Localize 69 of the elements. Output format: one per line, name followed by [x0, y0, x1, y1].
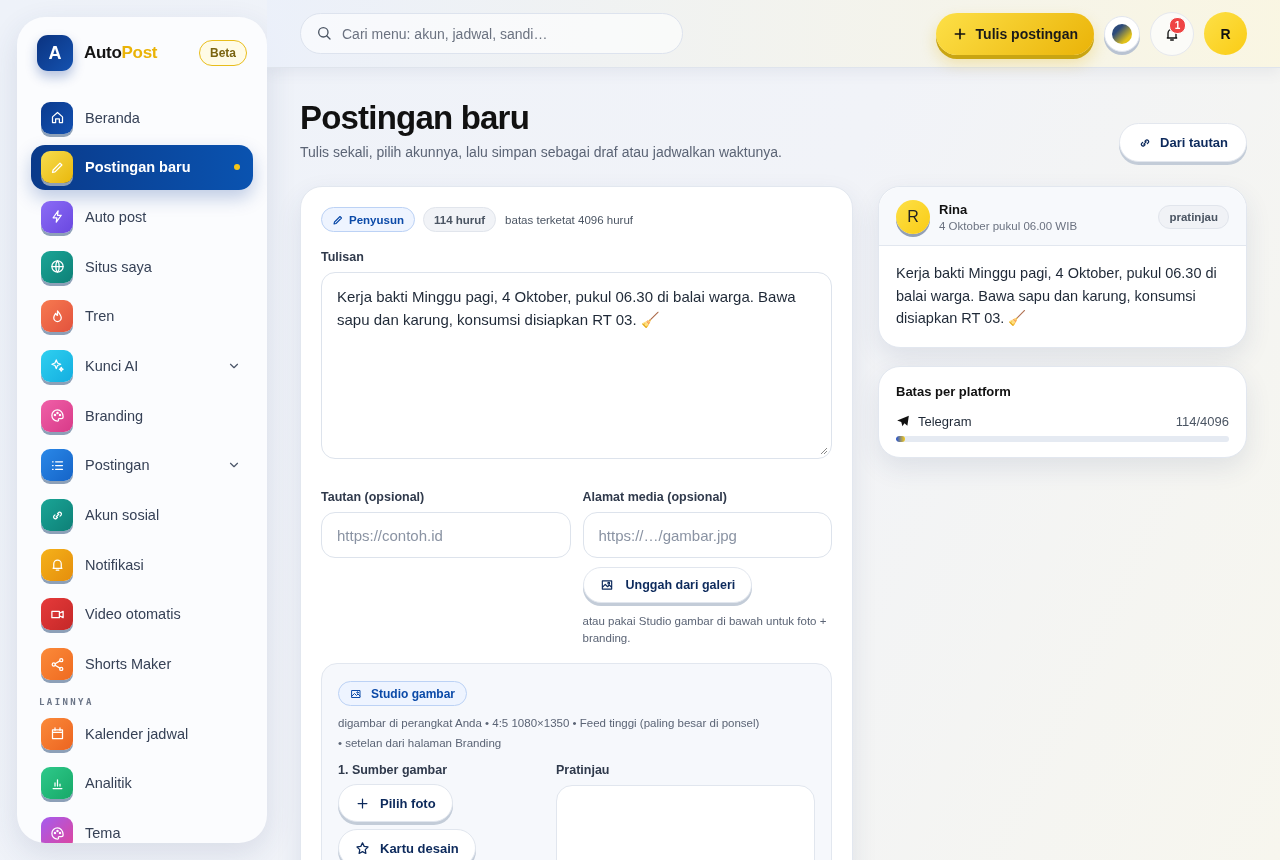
sidebar-item[interactable]: Postingan — [31, 442, 253, 488]
notification-button[interactable]: 1 — [1150, 11, 1194, 56]
sidebar-item[interactable]: Postingan baru — [31, 144, 253, 190]
theme-toggle[interactable] — [1104, 15, 1140, 52]
page-title: Postingan baru — [300, 98, 530, 138]
notification-count: 1 — [1169, 16, 1186, 34]
sidebar-item[interactable]: Notifikasi — [31, 542, 253, 588]
sparkle-icon — [49, 358, 65, 374]
beta-badge: Beta — [199, 40, 247, 66]
media-url-field[interactable]: https://…/gambar.jpg — [582, 512, 832, 558]
field-label: Tautan (opsional) — [321, 490, 426, 504]
sidebar-item[interactable]: Auto post — [31, 194, 253, 240]
sidebar-item[interactable]: Beranda — [31, 95, 253, 140]
search-field[interactable]: Cari menu: akun, jadwal, sandi… — [300, 13, 683, 54]
section-heading: LAINNYA — [38, 696, 95, 710]
limit-note: batas terketat 4096 huruf — [505, 213, 633, 226]
search-icon — [316, 25, 332, 41]
sidebar-item[interactable]: Video otomatis — [31, 591, 253, 637]
composer-chip: Penyusun — [321, 207, 415, 232]
sidebar-item[interactable]: Kunci AI — [31, 343, 253, 389]
source-button[interactable]: Pilih foto — [338, 784, 453, 822]
page-subtitle: Tulis sekali, pilih akunnya, lalu simpan sebagai draf atau jadwalkan waktunya. — [300, 144, 782, 160]
sidebar-item[interactable]: Branding — [31, 393, 253, 439]
paper-plane-icon — [896, 414, 910, 428]
from-link-button[interactable]: Dari tautan — [1119, 123, 1247, 162]
share-icon — [49, 656, 65, 672]
field-label: Tulisan — [321, 250, 365, 264]
sidebar-item[interactable]: Situs saya — [31, 244, 253, 290]
half-circle-icon — [1111, 22, 1133, 45]
platform-name: Telegram — [918, 413, 972, 429]
source-button[interactable]: Kartu desain — [338, 829, 476, 860]
user-avatar[interactable]: R — [1204, 12, 1247, 55]
card-title: Batas per platform — [896, 383, 1012, 399]
logo: A — [37, 35, 73, 71]
sidebar-item[interactable]: Kalender jadwal — [31, 711, 253, 757]
house-icon — [49, 110, 65, 125]
resize-grip-icon[interactable] — [820, 447, 828, 455]
image-icon — [350, 687, 362, 700]
field-label: 1. Sumber gambar — [338, 763, 449, 777]
post-text: Kerja bakti Minggu pagi, 4 Oktober, pukul 06.30 di balai warga. Bawa sapu dan karung, konsumsi disiapkan RT 03. 🧹 — [895, 264, 1218, 328]
preview-badge: pratinjau — [1158, 205, 1229, 229]
brand-name: AutoPost — [84, 43, 158, 63]
sidebar-item[interactable]: Akun sosial — [31, 492, 253, 538]
studio-info: digambar di perangkat Anda • 4:5 1080×1350 • Feed tinggi (paling besar di ponsel) — [338, 717, 761, 729]
field-label: Pratinjau — [556, 763, 611, 777]
post-text-field[interactable]: Kerja bakti Minggu pagi, 4 Oktober, pukul 06.30 di balai warga. Bawa sapu dan karung, konsumsi disiapkan RT 03. 🧹 — [321, 272, 832, 459]
studio-chip: Studio gambar — [338, 681, 467, 706]
sidebar-item[interactable]: Shorts Maker — [31, 641, 253, 687]
character-count: 114 huruf — [422, 207, 497, 232]
post-time: 4 Oktober pukul 06.00 WIB — [939, 220, 1078, 232]
upload-button[interactable]: Unggah dari galeri — [582, 567, 753, 603]
calendar-icon — [49, 726, 65, 742]
globe-icon — [49, 259, 65, 275]
character-count: 114/4096 — [1175, 413, 1229, 429]
sidebar-item[interactable]: Tren — [31, 293, 253, 339]
account-name: Rina — [939, 202, 969, 217]
field-label: Alamat media (opsional) — [582, 490, 728, 504]
palette-icon — [49, 825, 65, 841]
avatar: R — [896, 200, 930, 234]
image-icon — [599, 578, 614, 592]
studio-info: • setelan dari halaman Branding — [338, 737, 503, 749]
sidebar-item[interactable]: Analitik — [31, 760, 253, 806]
palette-icon — [49, 408, 65, 424]
sidebar-item[interactable]: Tema — [31, 810, 253, 843]
pencil-icon — [332, 213, 344, 226]
upload-hint: atau pakai Studio gambar di bawah untuk foto + branding. — [582, 614, 828, 646]
link-field[interactable]: https://contoh.id — [321, 512, 571, 558]
plus-icon — [355, 795, 370, 811]
star-icon — [355, 840, 370, 856]
